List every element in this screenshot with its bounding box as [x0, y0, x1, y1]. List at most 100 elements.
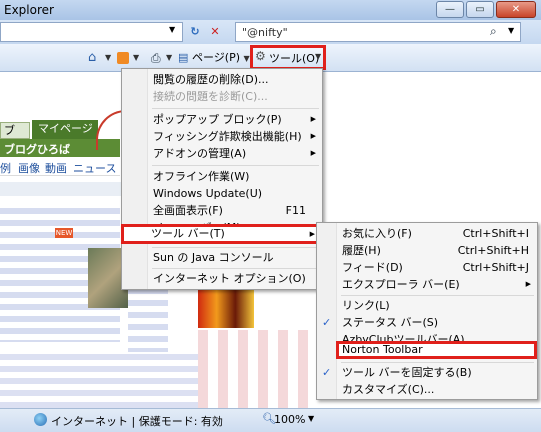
nav-item[interactable]: 動画 — [45, 160, 67, 176]
menu-item-label: 全画面表示(F) — [153, 204, 223, 217]
menu-item-shortcut: Ctrl+Shift+H — [457, 244, 529, 257]
feeds-icon[interactable] — [117, 52, 129, 64]
address-row: ▼ ↻ ✕ "@nifty" ⌕ ▼ — [0, 20, 541, 44]
menu-item-internet-options[interactable]: インターネット オプション(O) — [122, 270, 322, 287]
search-icon[interactable]: ⌕ — [490, 24, 497, 39]
globe-icon — [34, 413, 47, 426]
menu-item-label: ツール バーを固定する(B) — [342, 366, 472, 379]
tools-menu-label: ツール(O) — [269, 52, 320, 65]
page-icon: ▤ — [178, 51, 189, 64]
chevron-down-icon[interactable]: ▼ — [508, 26, 514, 35]
submenu-item-customize[interactable]: カスタマイズ(C)... — [317, 381, 537, 398]
menu-item-label: ステータス バー(S) — [342, 316, 439, 329]
chevron-down-icon: ▼ — [243, 54, 250, 63]
close-button[interactable]: ✕ — [496, 1, 536, 18]
menu-item-java-console[interactable]: Sun の Java コンソール — [122, 249, 322, 266]
menu-separator — [152, 165, 319, 166]
submenu-item-norton-toolbar[interactable]: Norton Toolbar — [336, 341, 537, 359]
submenu-item-status-bar[interactable]: ✓ ステータス バー(S) — [317, 314, 537, 331]
submenu-item-lock-toolbars[interactable]: ✓ ツール バーを固定する(B) — [317, 364, 537, 381]
address-field[interactable]: ▼ — [0, 22, 183, 42]
page-tab-mypage[interactable]: マイページ — [32, 120, 98, 139]
menu-item-label: お気に入り(F) — [342, 227, 412, 240]
menu-item-shortcut: Ctrl+Shift+J — [462, 261, 529, 274]
menu-item-label: Sun の Java コンソール — [153, 251, 274, 264]
search-input[interactable]: "@nifty" — [242, 26, 288, 39]
menu-item-manage-addons[interactable]: アドオンの管理(A) ▶ — [122, 145, 322, 162]
window-title: Explorer — [4, 3, 54, 17]
blurred-image — [198, 330, 318, 408]
menu-item-label: アドオンの管理(A) — [153, 147, 247, 160]
menu-separator — [152, 108, 319, 109]
menu-item-phishing-filter[interactable]: フィッシング詐欺検出機能(H) ▶ — [122, 128, 322, 145]
menu-item-label: インターネット オプション(O) — [153, 272, 306, 285]
menu-item-work-offline[interactable]: オフライン作業(W) — [122, 168, 322, 185]
menu-item-clear-history[interactable]: 閲覧の履歴の削除(D)... — [122, 71, 322, 88]
submenu-arrow-icon: ▶ — [525, 280, 531, 288]
menu-item-full-screen[interactable]: 全画面表示(F) F11 — [122, 202, 322, 219]
submenu-item-explorer-bar[interactable]: エクスプローラ バー(E) ▶ — [317, 276, 537, 293]
check-icon: ✓ — [322, 366, 332, 379]
menu-item-diagnose: 接続の問題を診断(C)... — [122, 88, 322, 105]
submenu-arrow-icon: ▶ — [310, 132, 316, 140]
submenu-arrow-icon: ▶ — [310, 115, 316, 123]
check-icon: ✓ — [322, 316, 332, 329]
menu-item-shortcut: Ctrl+Shift+I — [462, 227, 529, 240]
new-badge: NEW — [55, 228, 73, 238]
chevron-down-icon[interactable]: ▼ — [105, 49, 111, 67]
submenu-item-feeds[interactable]: フィード(D) Ctrl+Shift+J — [317, 259, 537, 276]
tools-menu: 閲覧の履歴の削除(D)... 接続の問題を診断(C)... ポップアップ ブロッ… — [121, 68, 323, 290]
status-bar: インターネット | 保護モード: 有効 🔍︎ 100% ▼ — [0, 408, 541, 432]
menu-separator — [152, 268, 319, 269]
minimize-button[interactable]: — — [436, 1, 464, 18]
security-zone[interactable]: インターネット | 保護モード: 有効 — [51, 413, 223, 429]
menu-item-shortcut: F11 — [285, 204, 306, 217]
menu-separator — [152, 247, 319, 248]
search-box[interactable]: "@nifty" ⌕ ▼ — [235, 22, 521, 42]
chevron-down-icon[interactable]: ▼ — [169, 25, 175, 34]
chevron-down-icon[interactable]: ▼ — [308, 414, 314, 423]
menu-item-popup-blocker[interactable]: ポップアップ ブロック(P) ▶ — [122, 111, 322, 128]
menu-item-label: フィッシング詐欺検出機能(H) — [153, 130, 302, 143]
print-icon[interactable]: ⎙ — [151, 49, 161, 67]
menu-item-label: カスタマイズ(C)... — [342, 383, 435, 396]
menu-item-toolbars[interactable]: ツール バー(T) ▶ — [121, 224, 322, 244]
menu-item-label: フィード(D) — [342, 261, 403, 274]
nav-item[interactable]: ニュース — [73, 160, 116, 176]
menu-item-label: ツール バー(T) — [151, 227, 225, 240]
menu-item-label: 履歴(H) — [342, 244, 381, 257]
submenu-item-favorites[interactable]: お気に入り(F) Ctrl+Shift+I — [317, 225, 537, 242]
menu-item-label: 閲覧の履歴の削除(D)... — [153, 73, 269, 86]
maximize-button[interactable]: ▭ — [466, 1, 494, 18]
blurred-text-block — [128, 282, 168, 352]
tools-menu-button[interactable]: ⚙ ツール(O) ▼ — [250, 45, 326, 70]
stop-button[interactable]: ✕ — [206, 23, 224, 40]
search-nav: 例 画像 動画 ニュース — [0, 160, 120, 176]
blurred-image — [198, 284, 254, 328]
menu-item-label: リンク(L) — [342, 299, 390, 312]
content-strip — [0, 182, 121, 196]
nav-item[interactable]: 例 — [0, 160, 11, 176]
home-icon[interactable]: ⌂ — [88, 49, 96, 67]
nav-item[interactable]: 画像 — [18, 160, 40, 176]
chevron-down-icon[interactable]: ▼ — [133, 49, 139, 67]
gear-icon: ⚙ — [255, 49, 266, 63]
zoom-level[interactable]: 100% — [274, 413, 305, 426]
submenu-item-links[interactable]: リンク(L) — [317, 297, 537, 314]
menu-separator — [341, 295, 534, 296]
toolbars-submenu: お気に入り(F) Ctrl+Shift+I 履歴(H) Ctrl+Shift+H フ… — [316, 222, 538, 400]
page-menu-button[interactable]: ページ(P) ▼ — [192, 49, 250, 67]
refresh-button[interactable]: ↻ — [186, 23, 204, 40]
menu-item-label: Norton Toolbar — [342, 343, 423, 356]
page-menu-label: ページ(P) — [192, 51, 240, 64]
page-tab[interactable]: ブ — [0, 122, 30, 139]
menu-item-windows-update[interactable]: Windows Update(U) — [122, 185, 322, 202]
submenu-item-history[interactable]: 履歴(H) Ctrl+Shift+H — [317, 242, 537, 259]
menu-item-label: 接続の問題を診断(C)... — [153, 90, 268, 103]
chevron-down-icon[interactable]: ▼ — [166, 49, 172, 67]
blog-link[interactable]: ブログひろば — [4, 141, 70, 157]
menu-item-label: ポップアップ ブロック(P) — [153, 113, 282, 126]
title-bar: Explorer — ▭ ✕ — [0, 0, 541, 20]
menu-item-label: エクスプローラ バー(E) — [342, 278, 460, 291]
menu-separator — [341, 362, 534, 363]
